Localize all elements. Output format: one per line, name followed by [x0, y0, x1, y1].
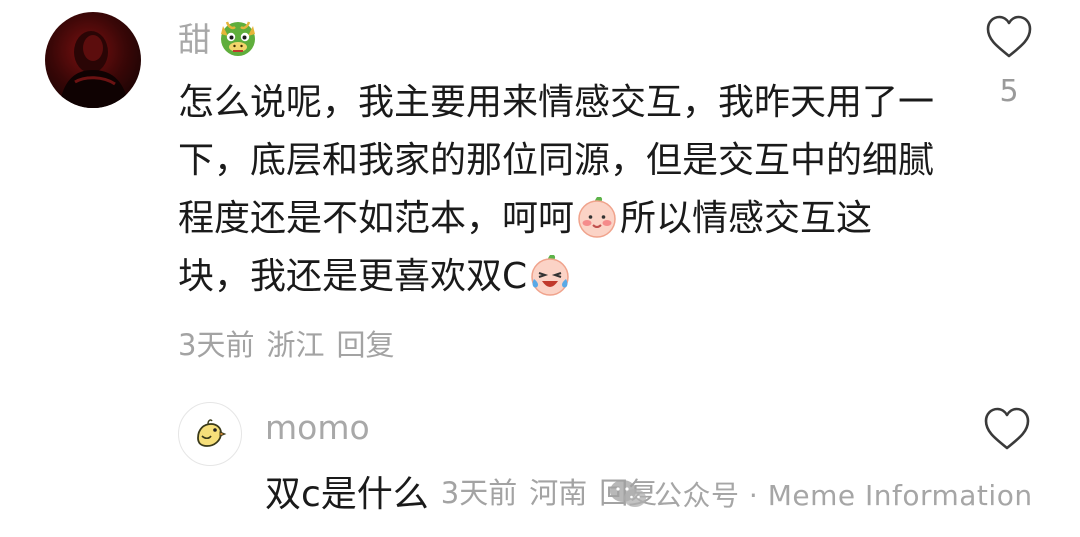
dragon-emoji-icon — [221, 21, 255, 56]
comment-author[interactable]: 甜 — [178, 14, 261, 60]
comment-body: 怎么说呢，我主要用来情感交互，我昨天用了一下，底层和我家的那位同源，但是交互中的… — [178, 74, 938, 306]
avatar-image — [45, 12, 141, 108]
reply-like-control[interactable] — [982, 406, 1036, 454]
reply-author[interactable]: momo — [265, 408, 370, 447]
reply-text: 双c是什么 — [265, 474, 429, 515]
watermark: 公众号 · Meme Information — [608, 474, 1033, 514]
like-count: 5 — [999, 74, 1019, 109]
wechat-icon — [610, 480, 646, 507]
chick-icon — [197, 419, 227, 447]
heart-icon[interactable] — [982, 406, 1032, 452]
comment-location: 浙江 — [266, 328, 325, 362]
username-label: 甜 — [178, 20, 211, 59]
reply-location: 河南 — [529, 476, 588, 510]
comment-time: 3天前 — [178, 328, 255, 362]
laughing-crying-peach-emoji-icon — [531, 255, 569, 296]
reply-body: 双c是什么 3天前 河南 回复 — [265, 466, 657, 516]
shy-peach-emoji-icon — [578, 197, 616, 238]
avatar[interactable] — [45, 12, 141, 108]
reply-time: 3天前 — [440, 476, 518, 510]
watermark-text: 公众号 · Meme Information — [654, 479, 1033, 512]
like-control[interactable]: 5 — [982, 14, 1036, 109]
reply-avatar[interactable] — [178, 402, 242, 466]
reply-button[interactable]: 回复 — [336, 322, 394, 364]
heart-icon[interactable] — [984, 14, 1034, 60]
comment-meta: 3天前 浙江 回复 — [178, 322, 394, 364]
